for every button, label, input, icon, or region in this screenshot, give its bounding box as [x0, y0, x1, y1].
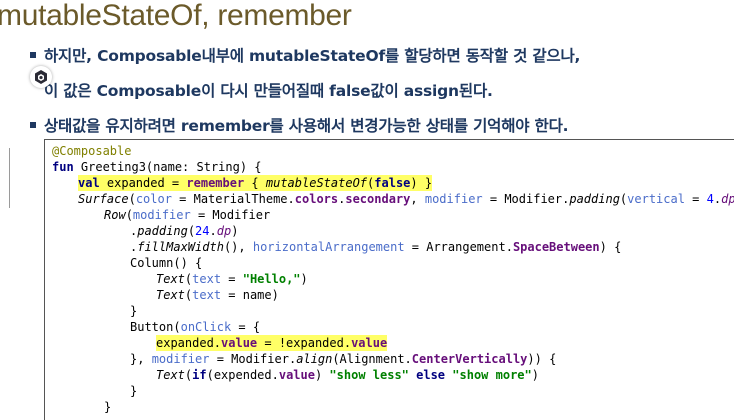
hexagon-icon	[35, 70, 47, 84]
code-line: Text(text = name)	[156, 288, 279, 302]
code-line: Column() {	[130, 256, 203, 270]
bullet-text: 하지만, Composable내부에 mutableStateOf를 할당하면 …	[44, 47, 581, 65]
code-line: }	[130, 304, 138, 318]
code-line: @Composable	[52, 144, 132, 158]
code-line: }, modifier = Modifier.align(Alignment.C…	[130, 352, 557, 366]
code-line-highlighted: val expanded = remember { mutableStateOf…	[78, 175, 433, 191]
code-line: Button(onClick = {	[130, 320, 261, 334]
code-block: @Composable fun Greeting3(name: String) …	[44, 139, 734, 420]
bullet-item: 상태값을 유지하려면 remember를 사용해서 변경가능한 상태를 기억해야…	[30, 114, 569, 136]
bullet-square-icon	[30, 121, 36, 128]
code-line: }	[130, 384, 138, 398]
code-line: fun Greeting3(name: String) {	[52, 160, 262, 174]
code-line: Text(if(expended.value) "show less" else…	[156, 368, 539, 382]
bullet-text: 상태값을 유지하려면 remember를 사용해서 변경가능한 상태를 기억해야…	[44, 117, 569, 135]
code-line: .padding(24.dp)	[130, 224, 239, 238]
code-line: }	[104, 400, 112, 414]
floating-hexagon-button[interactable]	[30, 66, 52, 88]
bullet-square-icon	[30, 51, 36, 58]
side-panel-edge	[0, 148, 10, 208]
bullet-item: 하지만, Composable내부에 mutableStateOf를 할당하면 …	[30, 44, 580, 66]
bullet-item: 이 값은 Composable이 다시 만들어질때 false값이 assign…	[30, 79, 493, 101]
code-line-highlighted: expanded.value = !expanded.value	[156, 335, 388, 351]
page-title: mutableStateOf, remember	[0, 0, 352, 32]
code-line: Surface(color = MaterialTheme.colors.sec…	[78, 192, 734, 206]
code-line: Text(text = "Hello,")	[156, 272, 308, 286]
bullet-text: 이 값은 Composable이 다시 만들어질때 false값이 assign…	[44, 82, 493, 100]
code-line: Row(modifier = Modifier	[104, 208, 271, 222]
code-line: .fillMaxWidth(), horizontalArrangement =…	[130, 240, 622, 254]
